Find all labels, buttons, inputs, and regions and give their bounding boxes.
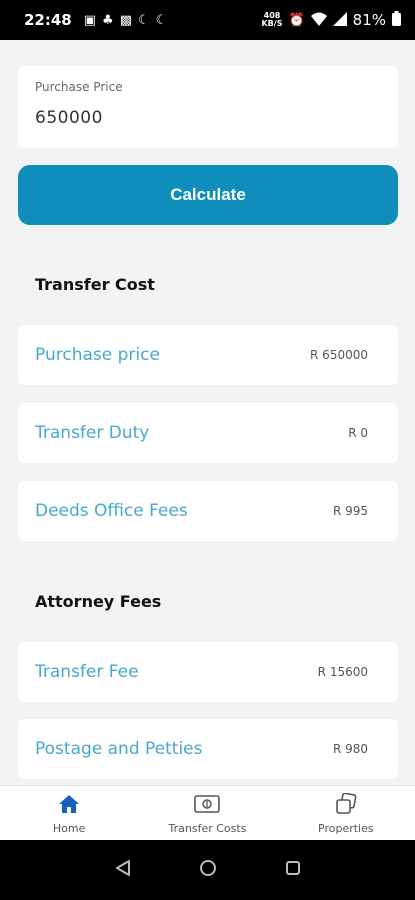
- home-circle-icon[interactable]: [199, 859, 217, 881]
- main-content[interactable]: Purchase Price 650000 Calculate Transfer…: [0, 40, 415, 785]
- row-label: Postage and Petties: [35, 739, 203, 759]
- recents-icon[interactable]: [285, 860, 301, 880]
- battery-level: 81%: [352, 11, 386, 29]
- status-right: 408 KB/S ⏰ 81%: [261, 11, 401, 29]
- row-value: R 650000: [310, 348, 368, 362]
- home-icon: [58, 791, 80, 817]
- attorney-fees-heading: Attorney Fees: [35, 592, 162, 611]
- properties-icon: [335, 791, 357, 817]
- nav-home-label: Home: [52, 822, 86, 835]
- money-icon: [194, 791, 221, 817]
- status-left: 22:48 ▣ ♣ ▩ ☾ ☾: [24, 11, 167, 29]
- row-value: R 995: [332, 504, 368, 518]
- list-item: Postage and Petties R 980: [18, 719, 398, 779]
- data-rate-unit: KB/S: [261, 19, 283, 28]
- back-icon[interactable]: [114, 859, 132, 881]
- row-label: Purchase price: [35, 345, 160, 365]
- calculate-button[interactable]: Calculate: [18, 165, 398, 225]
- status-time: 22:48: [24, 11, 72, 29]
- moon-icon: ☾: [155, 12, 168, 28]
- list-item: Purchase price R 650000: [18, 325, 398, 385]
- nav-properties-label: Properties: [318, 822, 374, 835]
- nav-home[interactable]: Home: [4, 791, 134, 835]
- row-label: Transfer Duty: [35, 423, 150, 443]
- purchase-price-field[interactable]: Purchase Price 650000: [18, 66, 398, 148]
- status-bar: 22:48 ▣ ♣ ▩ ☾ ☾ 408 KB/S ⏰ 81%: [0, 0, 415, 40]
- transfer-cost-heading: Transfer Cost: [35, 275, 155, 294]
- system-nav-bar: [0, 840, 415, 900]
- list-item: Transfer Duty R 0: [18, 403, 398, 463]
- nav-transfer-costs[interactable]: Transfer Costs: [142, 791, 272, 835]
- alarm-icon: ⏰: [288, 12, 305, 28]
- moon-icon: ☾: [138, 12, 150, 28]
- row-label: Deeds Office Fees: [35, 501, 188, 521]
- nav-transfer-costs-label: Transfer Costs: [168, 822, 247, 835]
- list-item: Transfer Fee R 15600: [18, 642, 398, 702]
- data-rate: 408 KB/S: [261, 12, 282, 28]
- row-value: R 980: [332, 742, 368, 756]
- row-value: R 15600: [317, 665, 368, 679]
- nav-properties[interactable]: Properties: [281, 791, 411, 835]
- purchase-price-input[interactable]: 650000: [35, 108, 381, 128]
- media-icon: ▣: [83, 12, 97, 28]
- gallery-icon: ▩: [119, 12, 132, 28]
- list-item: Deeds Office Fees R 995: [18, 481, 398, 541]
- bottom-nav: Home Transfer Costs Properties: [0, 785, 415, 840]
- battery-icon: [392, 11, 401, 29]
- row-value: R 0: [348, 426, 368, 440]
- wifi-icon: [310, 12, 327, 29]
- notification-icon: ♣: [102, 12, 114, 28]
- row-label: Transfer Fee: [35, 662, 139, 682]
- signal-icon: [332, 11, 347, 29]
- purchase-price-label: Purchase Price: [35, 80, 123, 94]
